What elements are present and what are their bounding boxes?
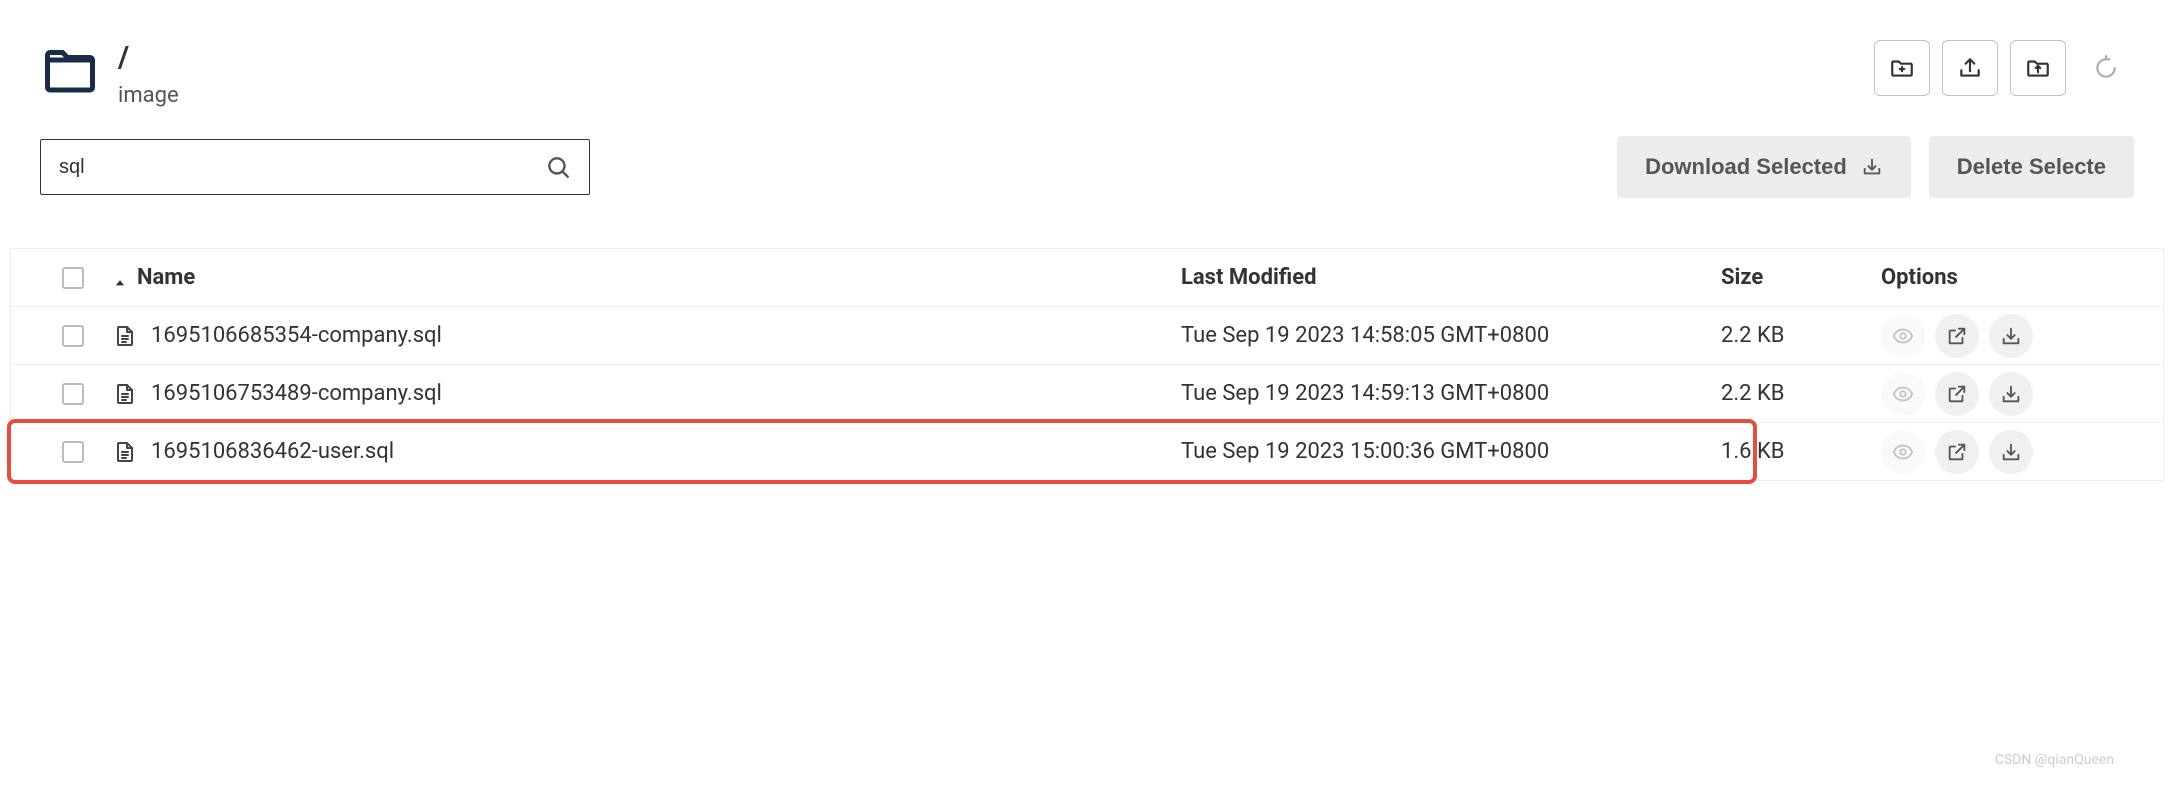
share-button[interactable] (1935, 430, 1979, 474)
folder-icon (40, 40, 100, 100)
file-name: 1695106685354-company.sql (151, 323, 442, 348)
bulk-actions: Download Selected Delete Selecte (1617, 136, 2134, 198)
table-header: Name Last Modified Size Options (11, 249, 2163, 307)
path-root[interactable]: / (118, 40, 179, 75)
col-options-label: Options (1881, 265, 1958, 290)
table-row[interactable]: 1695106685354-company.sql Tue Sep 19 2023… (11, 307, 2163, 365)
col-size-label: Size (1721, 265, 1763, 290)
row-checkbox[interactable] (62, 441, 84, 463)
table-row[interactable]: 1695106753489-company.sql Tue Sep 19 2023… (11, 365, 2163, 423)
search-icon (545, 154, 571, 180)
new-folder-button[interactable] (1874, 40, 1930, 96)
file-modified: Tue Sep 19 2023 14:58:05 GMT+0800 (1181, 323, 1549, 348)
col-name-label: Name (137, 265, 195, 290)
refresh-button[interactable] (2078, 40, 2134, 96)
share-button[interactable] (1935, 372, 1979, 416)
file-icon (113, 440, 137, 464)
top-bar: / image (0, 0, 2174, 108)
col-modified-label: Last Modified (1181, 265, 1316, 290)
preview-button[interactable] (1881, 314, 1925, 358)
download-selected-label: Download Selected (1645, 154, 1847, 180)
toolbar-actions (1874, 40, 2134, 96)
path-sub[interactable]: image (118, 83, 179, 108)
select-all-checkbox[interactable] (62, 267, 84, 289)
upload-folder-button[interactable] (2010, 40, 2066, 96)
preview-button[interactable] (1881, 430, 1925, 474)
file-size: 2.2 KB (1721, 381, 1785, 406)
download-selected-button[interactable]: Download Selected (1617, 136, 1911, 198)
controls-row: Download Selected Delete Selecte (0, 108, 2174, 198)
share-button[interactable] (1935, 314, 1979, 358)
file-icon (113, 324, 137, 348)
file-name: 1695106836462-user.sql (151, 439, 394, 464)
file-modified: Tue Sep 19 2023 15:00:36 GMT+0800 (1181, 439, 1549, 464)
table-row[interactable]: 1695106836462-user.sql Tue Sep 19 2023 15… (11, 423, 2163, 481)
breadcrumb: / image (40, 40, 179, 108)
col-name-header[interactable]: Name (113, 265, 1181, 290)
sort-asc-icon (113, 271, 127, 285)
preview-button[interactable] (1881, 372, 1925, 416)
delete-selected-button[interactable]: Delete Selecte (1929, 136, 2134, 198)
path-block: / image (118, 40, 179, 108)
watermark: CSDN @qianQueen (1995, 752, 2114, 768)
delete-selected-label: Delete Selecte (1957, 154, 2106, 180)
file-name: 1695106753489-company.sql (151, 381, 442, 406)
download-button[interactable] (1989, 430, 2033, 474)
search-box[interactable] (40, 139, 590, 195)
file-icon (113, 382, 137, 406)
file-size: 2.2 KB (1721, 323, 1785, 348)
search-input[interactable] (59, 156, 545, 179)
row-checkbox[interactable] (62, 325, 84, 347)
file-table: Name Last Modified Size Options 16951066… (10, 248, 2164, 481)
file-modified: Tue Sep 19 2023 14:59:13 GMT+0800 (1181, 381, 1549, 406)
download-button[interactable] (1989, 314, 2033, 358)
row-checkbox[interactable] (62, 383, 84, 405)
file-size: 1.6 KB (1721, 439, 1785, 464)
upload-button[interactable] (1942, 40, 1998, 96)
download-button[interactable] (1989, 372, 2033, 416)
